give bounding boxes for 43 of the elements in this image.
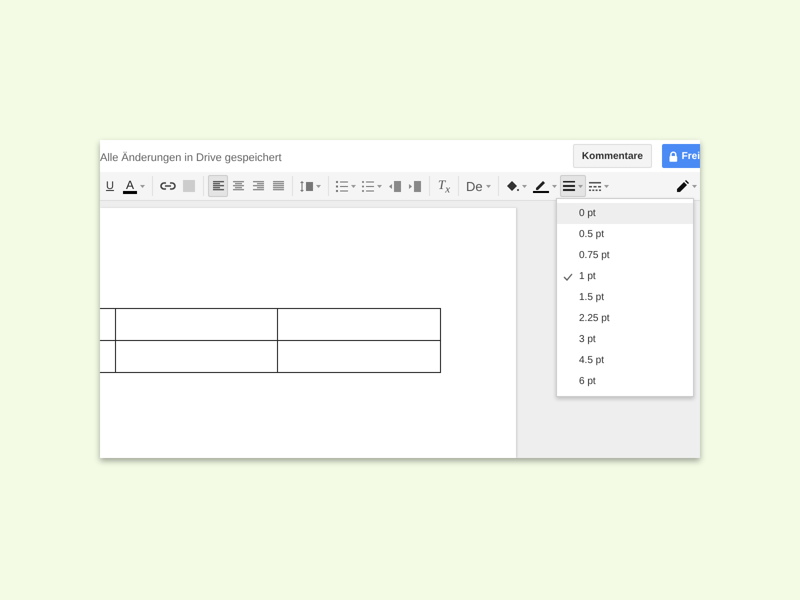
caret-icon [604, 184, 609, 188]
caret-icon [522, 184, 527, 188]
clear-format-button[interactable]: T$_{x}$ [434, 175, 454, 197]
border-width-button[interactable] [560, 175, 586, 197]
indent-icon [389, 180, 402, 192]
border-dash-icon [588, 182, 601, 190]
caret-icon [552, 184, 557, 188]
caret-icon [140, 184, 146, 188]
align-left-button[interactable] [208, 175, 228, 197]
menu-item[interactable]: 2.25 pt [557, 308, 693, 329]
text-color-button[interactable]: A [120, 175, 148, 197]
caret-icon [351, 184, 356, 188]
border-width-icon [562, 181, 575, 191]
caret-icon [578, 184, 583, 188]
menu-item[interactable]: 1 pt [557, 266, 693, 287]
list-icon [336, 180, 348, 192]
menu-item[interactable]: 1.5 pt [557, 287, 693, 308]
save-status: Alle Änderungen in Drive gespeichert [100, 150, 283, 164]
pen-icon [532, 179, 549, 193]
menu-item[interactable]: 3 pt [557, 329, 693, 350]
menu-item[interactable]: 6 pt [557, 371, 693, 392]
link-icon [160, 182, 176, 190]
line-spacing-icon [300, 180, 314, 192]
comments-button[interactable]: Kommentare [572, 144, 652, 168]
align-icon [212, 181, 224, 191]
align-icon [272, 181, 284, 191]
caret-icon [692, 184, 697, 188]
underline-button[interactable]: U [100, 175, 120, 197]
list-icon [362, 180, 374, 192]
caret-icon [486, 184, 491, 188]
align-icon [252, 181, 264, 191]
menu-item[interactable]: 4.5 pt [557, 350, 693, 371]
paint-bucket-icon [506, 180, 519, 192]
caret-icon [377, 184, 382, 188]
caret-icon [316, 184, 322, 188]
menu-item[interactable]: 0.5 pt [557, 224, 693, 245]
indent-icon [409, 180, 422, 192]
language-button[interactable]: De [463, 175, 494, 197]
menu-item[interactable]: 0 pt [557, 203, 693, 224]
pencil-icon [677, 180, 689, 192]
menu-item[interactable]: 0.75 pt [557, 245, 693, 266]
align-icon [232, 181, 244, 191]
lock-icon [669, 150, 678, 162]
